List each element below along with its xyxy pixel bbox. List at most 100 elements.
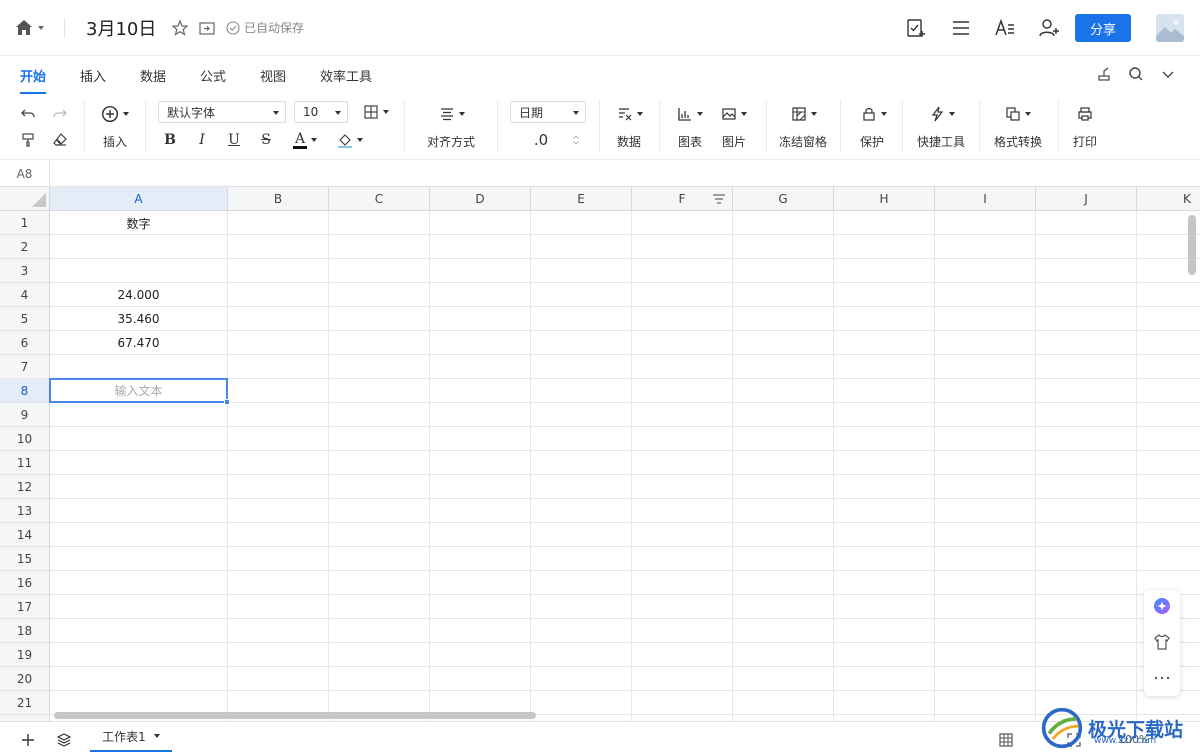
decimal-stepper[interactable] bbox=[566, 128, 586, 152]
decimal-places-value[interactable]: .0 bbox=[528, 130, 554, 150]
cell-a1[interactable]: 数字 bbox=[50, 211, 227, 235]
row-header[interactable]: 18 bbox=[0, 619, 50, 643]
chart-button[interactable] bbox=[672, 104, 708, 124]
column-header-a[interactable]: A A bbox=[50, 187, 266, 211]
row-header[interactable]: 1 bbox=[0, 211, 50, 235]
row-header[interactable]: 17 bbox=[0, 595, 50, 619]
cell-a5[interactable]: 35.460 bbox=[50, 307, 227, 331]
column-header-e[interactable]: E bbox=[531, 187, 632, 211]
quick-tools-button[interactable] bbox=[924, 104, 960, 124]
vertical-scrollbar[interactable] bbox=[1188, 215, 1196, 275]
ai-assistant-icon[interactable] bbox=[1152, 596, 1172, 616]
tab-insert[interactable]: 插入 bbox=[80, 66, 106, 85]
search-icon[interactable] bbox=[1126, 64, 1146, 84]
data-button[interactable] bbox=[612, 104, 648, 124]
column-header-d[interactable]: D bbox=[430, 187, 531, 211]
row-header[interactable]: 15 bbox=[0, 547, 50, 571]
fill-handle[interactable] bbox=[224, 399, 230, 405]
spreadsheet-grid[interactable]: A A B C D E F G H I J K 1 2 3 4 5 6 7 8 … bbox=[0, 187, 1200, 721]
chevron-down-icon bbox=[335, 111, 341, 115]
row-header[interactable]: 19 bbox=[0, 643, 50, 667]
star-icon[interactable] bbox=[170, 18, 190, 38]
collapse-ribbon-icon[interactable] bbox=[1158, 64, 1178, 84]
tab-data[interactable]: 数据 bbox=[140, 66, 166, 85]
column-header-k[interactable]: K bbox=[1137, 187, 1200, 211]
freeze-panes-button[interactable] bbox=[786, 104, 822, 124]
tab-efficiency-tools[interactable]: 效率工具 bbox=[320, 66, 372, 85]
t-shirt-icon[interactable] bbox=[1152, 632, 1172, 652]
row-header[interactable]: 4 bbox=[0, 283, 50, 307]
row-header[interactable]: 14 bbox=[0, 523, 50, 547]
row-header[interactable]: 11 bbox=[0, 451, 50, 475]
chevron-down-icon bbox=[949, 112, 955, 116]
underline-button[interactable]: U bbox=[224, 130, 244, 150]
row-header[interactable]: 8 bbox=[0, 379, 50, 403]
strikethrough-button[interactable]: S bbox=[256, 130, 276, 150]
column-header-h[interactable]: H bbox=[834, 187, 935, 211]
add-sheet-icon[interactable] bbox=[18, 730, 38, 750]
redo-icon[interactable] bbox=[50, 104, 70, 124]
row-header[interactable]: 3 bbox=[0, 259, 50, 283]
protect-button[interactable] bbox=[856, 104, 892, 124]
document-title[interactable]: 3月10日 bbox=[86, 15, 156, 41]
task-add-icon[interactable] bbox=[902, 14, 930, 42]
text-style-icon[interactable] bbox=[991, 14, 1019, 42]
row-header[interactable]: 5 bbox=[0, 307, 50, 331]
lightning-icon bbox=[931, 106, 944, 122]
column-header-b[interactable]: B bbox=[228, 187, 329, 211]
print-button[interactable] bbox=[1075, 104, 1095, 124]
brush-icon[interactable] bbox=[1094, 64, 1114, 84]
borders-button[interactable] bbox=[358, 102, 394, 122]
cell-a4[interactable]: 24.000 bbox=[50, 283, 227, 307]
tab-home[interactable]: 开始 bbox=[20, 66, 47, 94]
row-header[interactable]: 7 bbox=[0, 355, 50, 379]
fill-color-button[interactable] bbox=[332, 130, 368, 150]
font-size-select[interactable]: 10 bbox=[294, 101, 348, 123]
menu-icon[interactable] bbox=[947, 14, 975, 42]
column-header-i[interactable]: I bbox=[935, 187, 1036, 211]
undo-icon[interactable] bbox=[18, 104, 38, 124]
row-header[interactable]: 12 bbox=[0, 475, 50, 499]
column-header-j[interactable]: J bbox=[1036, 187, 1137, 211]
row-header[interactable]: 21 bbox=[0, 691, 50, 715]
sheet-list-icon[interactable] bbox=[54, 730, 74, 750]
row-header[interactable]: 13 bbox=[0, 499, 50, 523]
select-all-corner[interactable] bbox=[0, 187, 50, 211]
sheet-tab[interactable]: 工作表1 bbox=[90, 722, 172, 752]
move-to-folder-icon[interactable] bbox=[197, 18, 217, 38]
add-collaborator-icon[interactable] bbox=[1035, 14, 1063, 42]
row-header[interactable]: 20 bbox=[0, 667, 50, 691]
tab-view[interactable]: 视图 bbox=[260, 66, 286, 85]
font-color-button[interactable]: A bbox=[288, 130, 322, 150]
row-header[interactable]: 6 bbox=[0, 331, 50, 355]
image-button[interactable] bbox=[716, 104, 752, 124]
format-painter-icon[interactable] bbox=[18, 130, 38, 150]
insert-button[interactable] bbox=[98, 104, 132, 124]
cell-reference[interactable]: A8 bbox=[0, 161, 50, 186]
active-cell-a8[interactable]: 输入文本 bbox=[49, 378, 228, 403]
horizontal-scrollbar[interactable] bbox=[54, 712, 536, 719]
column-header-c[interactable]: C bbox=[329, 187, 430, 211]
clear-format-icon[interactable] bbox=[50, 130, 70, 150]
row-header[interactable]: 16 bbox=[0, 571, 50, 595]
sheet-tab-label: 工作表1 bbox=[102, 729, 146, 744]
row-header[interactable]: 9 bbox=[0, 403, 50, 427]
share-button[interactable]: 分享 bbox=[1075, 14, 1131, 42]
font-family-select[interactable]: 默认字体 bbox=[158, 101, 286, 123]
view-mode-icon[interactable] bbox=[996, 730, 1016, 750]
avatar[interactable] bbox=[1156, 14, 1184, 42]
row-header[interactable]: 10 bbox=[0, 427, 50, 451]
column-header-g[interactable]: G bbox=[733, 187, 834, 211]
row-header[interactable]: 2 bbox=[0, 235, 50, 259]
filter-icon[interactable] bbox=[711, 191, 727, 207]
italic-button[interactable]: I bbox=[192, 130, 212, 150]
watermark-logo: 极光下载站 www.xz7.com bbox=[1040, 700, 1190, 756]
number-format-select[interactable]: 日期 bbox=[510, 101, 586, 123]
format-convert-button[interactable] bbox=[1000, 104, 1036, 124]
home-button[interactable] bbox=[14, 16, 52, 40]
bold-button[interactable]: B bbox=[160, 130, 180, 150]
cell-a6[interactable]: 67.470 bbox=[50, 331, 227, 355]
tab-formula[interactable]: 公式 bbox=[200, 66, 226, 85]
more-options-icon[interactable] bbox=[1152, 668, 1172, 688]
align-button[interactable] bbox=[434, 104, 470, 124]
